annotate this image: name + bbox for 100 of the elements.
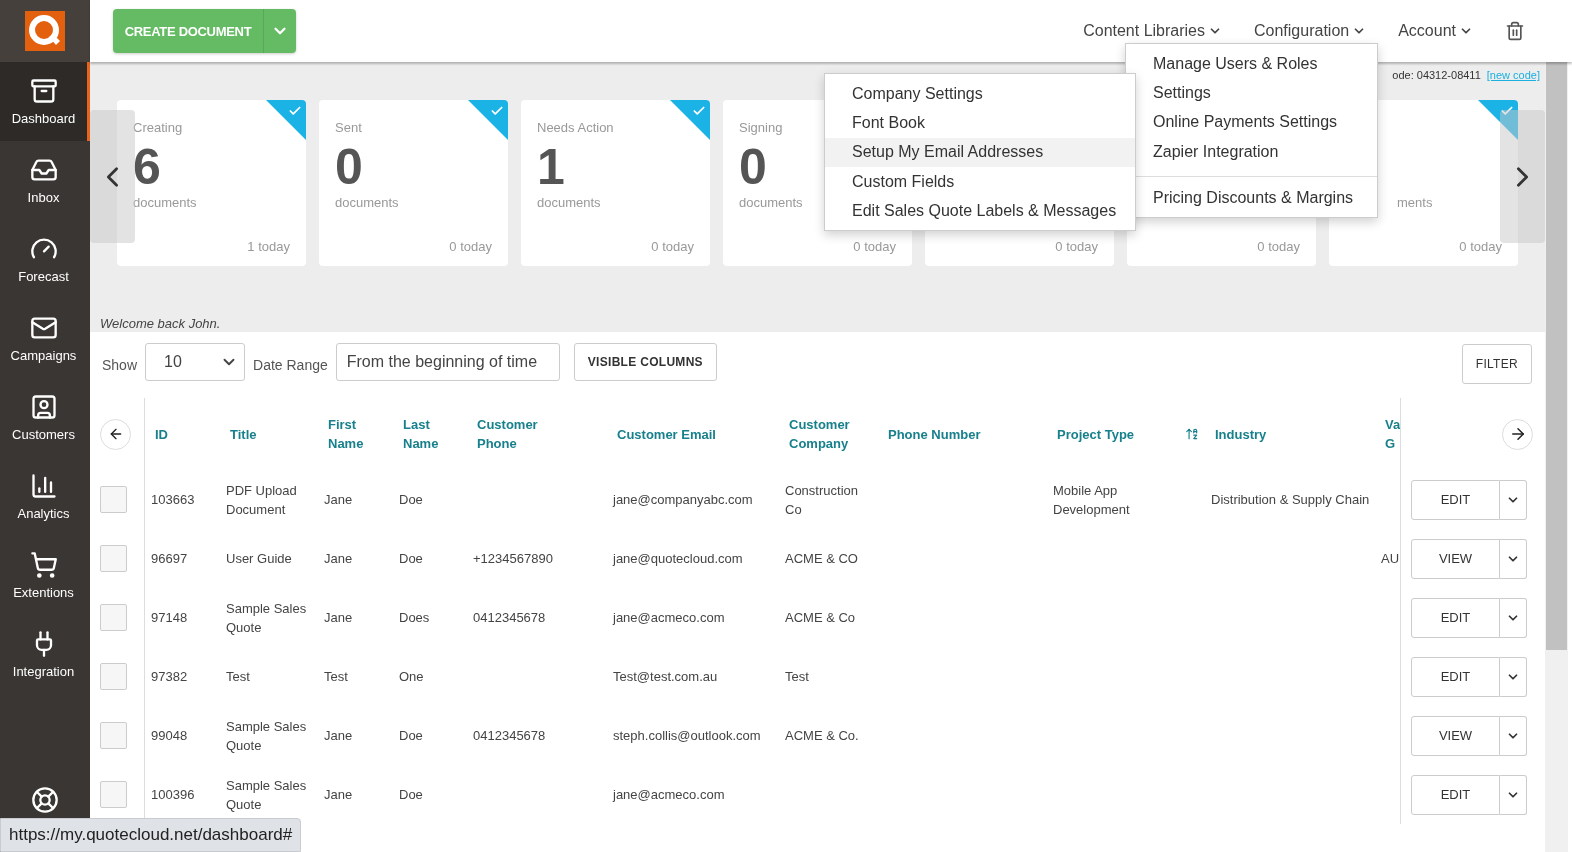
table-cell-text: 103663 xyxy=(150,491,196,509)
row-action-caret-button[interactable] xyxy=(1500,656,1527,697)
status-card[interactable]: Sent 0 documents 0 today xyxy=(319,100,508,266)
column-header[interactable]: Customer Email xyxy=(617,424,716,444)
row-checkbox[interactable] xyxy=(100,781,127,808)
row-action-caret-button[interactable] xyxy=(1500,715,1527,756)
card-title: Needs Action xyxy=(537,120,614,135)
nav-menu-button[interactable]: Account xyxy=(1398,22,1473,40)
table-cell-text: 0412345678 xyxy=(472,609,547,627)
table-cell-text: PDF Upload Document xyxy=(225,481,298,519)
menu-item[interactable]: Manage Users & Roles xyxy=(1138,49,1377,79)
menu-item[interactable]: Setup My Email Addresses xyxy=(825,137,1135,167)
check-icon xyxy=(692,104,706,118)
card-title: Signing xyxy=(739,120,783,135)
row-action-caret-button[interactable] xyxy=(1500,774,1527,815)
trash-icon[interactable] xyxy=(1505,21,1525,41)
table-cell-text: Jane xyxy=(323,786,354,804)
sidebar-item[interactable]: Analytics xyxy=(0,457,90,536)
table-cell-text: Construction Co xyxy=(784,481,859,519)
table-cell-text: +1234567890 xyxy=(472,550,554,568)
table-cell-text: Distribution & Supply Chain xyxy=(1210,491,1371,509)
table-cell-text: Jane xyxy=(323,550,354,568)
table-cell-text: One xyxy=(398,668,425,686)
table-cell-text: Sample Sales Quote xyxy=(225,717,308,755)
sidebar-item[interactable]: Forecast xyxy=(0,220,90,299)
row-checkbox[interactable] xyxy=(100,663,127,690)
table-cell-text: 96697 xyxy=(150,550,189,568)
status-card[interactable]: Creating 6 documents 1 today xyxy=(117,100,306,266)
status-card[interactable]: Needs Action 1 documents 0 today xyxy=(521,100,710,266)
show-label: Show xyxy=(102,357,138,373)
card-count-label: ments xyxy=(1397,195,1433,210)
row-action-button[interactable]: VIEW xyxy=(1411,715,1500,756)
archive-box-icon xyxy=(29,77,58,105)
column-header[interactable]: Customer Phone xyxy=(477,415,552,453)
row-checkbox[interactable] xyxy=(100,545,127,572)
table-cell-text: ACME & Co. xyxy=(784,727,860,745)
table-cell-text: Doe xyxy=(398,550,424,568)
welcome-text: Welcome back John. xyxy=(100,316,221,331)
row-action-button[interactable]: VIEW xyxy=(1411,538,1500,579)
card-today-count: 0 today xyxy=(1055,239,1098,254)
column-header[interactable]: Phone Number xyxy=(888,424,981,444)
nav-menu-button[interactable]: Content Libraries xyxy=(1083,22,1222,40)
next-button[interactable] xyxy=(1500,110,1545,243)
row-action-button[interactable]: EDIT xyxy=(1411,774,1500,815)
row-checkbox[interactable] xyxy=(100,604,127,631)
card-today-count: 0 today xyxy=(1459,239,1502,254)
previous-button[interactable] xyxy=(90,110,135,243)
card-count: 6 xyxy=(133,139,161,195)
table-cell-text: 99048 xyxy=(150,727,189,745)
contact-card-icon xyxy=(29,393,58,421)
card-count-label: documents xyxy=(739,195,803,210)
check-icon xyxy=(288,104,302,118)
sidebar-item[interactable]: Extentions xyxy=(0,536,90,615)
card-title: Creating xyxy=(133,120,183,135)
table-cell-text: Jane xyxy=(323,727,354,745)
date-range-field[interactable]: From the beginning of time xyxy=(335,343,560,381)
table-cell-text: 97382 xyxy=(150,668,189,686)
column-header[interactable]: Last Name xyxy=(403,415,448,453)
sidebar-item[interactable]: Dashboard xyxy=(0,62,90,141)
table-cell-text: 97148 xyxy=(150,609,189,627)
row-checkbox[interactable] xyxy=(100,486,127,513)
table-cell-text: jane@acmeco.com xyxy=(611,786,726,804)
row-checkbox[interactable] xyxy=(100,722,127,749)
column-header[interactable]: Industry xyxy=(1215,424,1267,444)
column-header[interactable]: First Name xyxy=(328,415,373,453)
card-today-count: 0 today xyxy=(449,239,492,254)
row-action-caret-button[interactable] xyxy=(1500,597,1527,638)
card-title: Sent xyxy=(335,120,362,135)
sidebar-item[interactable]: Customers xyxy=(0,378,90,457)
row-action-button[interactable]: EDIT xyxy=(1411,656,1500,697)
column-header[interactable]: Project Type xyxy=(1057,424,1135,444)
card-count-label: documents xyxy=(335,195,399,210)
nav-menu-button[interactable]: Configuration xyxy=(1254,22,1367,40)
row-action-caret-button[interactable] xyxy=(1500,479,1527,520)
table-cell-text: jane@quotecloud.com xyxy=(611,550,744,568)
card-today-count: 0 today xyxy=(651,239,694,254)
page-size-select[interactable]: 10 xyxy=(145,343,246,381)
filter-button[interactable]: FILTER xyxy=(1461,344,1532,384)
row-action-caret-button[interactable] xyxy=(1500,538,1527,579)
sidebar-item[interactable]: Integration xyxy=(0,615,90,694)
scrollbar[interactable] xyxy=(1545,62,1568,852)
table-cell-text: Jane xyxy=(323,491,354,509)
check-icon xyxy=(1500,104,1514,118)
visible-columns-button[interactable]: VISIBLE COLUMNS xyxy=(573,343,717,381)
column-header[interactable]: Title xyxy=(230,424,257,444)
sidebar-item[interactable]: Inbox xyxy=(0,141,90,220)
scroll-right-button[interactable] xyxy=(1502,418,1533,450)
scroll-left-button[interactable] xyxy=(100,418,131,450)
row-action-button[interactable]: EDIT xyxy=(1411,597,1500,638)
sidebar-item[interactable]: Campaigns xyxy=(0,299,90,378)
table-cell-text: 0412345678 xyxy=(472,727,547,745)
sort-icon[interactable] xyxy=(1185,427,1199,441)
card-count-label: documents xyxy=(133,195,197,210)
column-header[interactable]: Customer Company xyxy=(789,415,864,453)
table-cell-text: Sample Sales Quote xyxy=(225,776,308,814)
lifebuoy-icon[interactable] xyxy=(31,786,59,814)
row-action-button[interactable]: EDIT xyxy=(1411,479,1500,520)
column-header[interactable]: ID xyxy=(155,424,168,444)
bar-chart-icon xyxy=(29,472,58,500)
column-header[interactable]: Va G xyxy=(1385,415,1400,453)
